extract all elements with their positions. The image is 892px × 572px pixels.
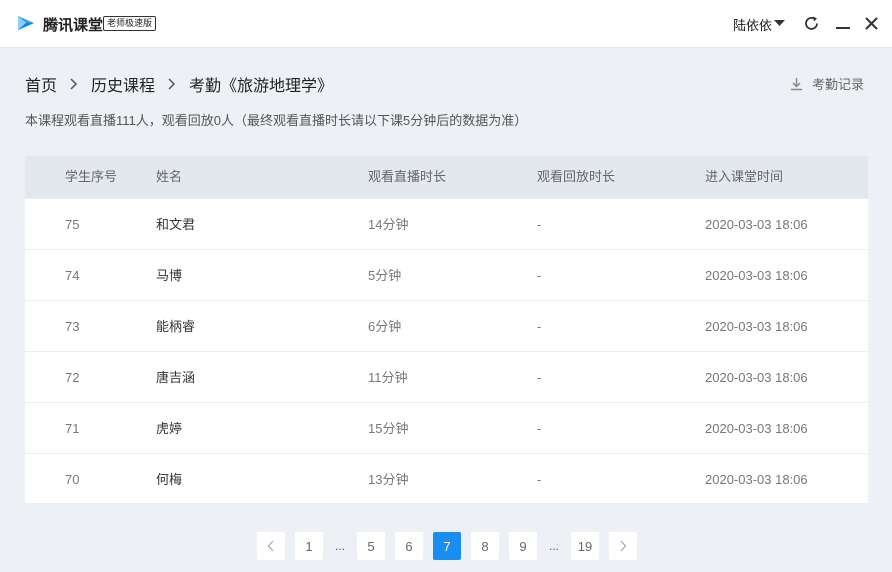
cell-name: 何梅 [156, 472, 183, 487]
header-replay-duration: 观看回放时长 [537, 169, 616, 184]
cell-name: 虎婷 [156, 421, 183, 436]
table-row: 71 虎婷 15分钟 - 2020-03-03 18:06 [25, 402, 868, 453]
cell-live-duration: 5分钟 [368, 268, 402, 283]
page-button[interactable]: 8 [471, 532, 499, 560]
breadcrumb-history[interactable]: 历史课程 [91, 72, 155, 96]
cell-replay-duration: - [537, 472, 542, 487]
attendance-summary: 本课程观看直播111人，观看回放0人（最终观看直播时长请以下课5分钟后的数据为准… [25, 113, 528, 128]
close-icon[interactable] [864, 16, 879, 31]
edition-badge: 老师极速版 [103, 16, 157, 31]
next-page-button[interactable] [609, 532, 637, 560]
table-header: 学生序号 姓名 观看直播时长 观看回放时长 进入课堂时间 [25, 156, 868, 198]
cell-enter-time: 2020-03-03 18:06 [705, 217, 808, 232]
table-row: 75 和文君 14分钟 - 2020-03-03 18:06 [25, 198, 868, 249]
download-icon [791, 77, 802, 90]
header-name: 姓名 [156, 169, 183, 184]
header-student-no: 学生序号 [65, 169, 118, 184]
cell-student-no: 73 [65, 319, 80, 334]
cell-replay-duration: - [537, 421, 542, 436]
page-ellipsis: ... [334, 539, 345, 553]
cell-replay-duration: - [537, 217, 542, 232]
user-name[interactable]: 陆依依 [733, 15, 772, 34]
title-bar: 腾讯课堂 老师极速版 陆依依 [0, 0, 892, 48]
page-button-current[interactable]: 7 [433, 532, 461, 560]
cell-live-duration: 11分钟 [368, 370, 408, 385]
minimize-icon[interactable] [836, 15, 850, 32]
header-enter-time: 进入课堂时间 [705, 169, 784, 184]
chevron-right-icon [620, 540, 627, 552]
caret-down-icon[interactable] [774, 19, 785, 27]
chevron-right-icon [168, 78, 176, 90]
page-button[interactable]: 6 [395, 532, 423, 560]
cell-student-no: 72 [65, 370, 80, 385]
table-row: 70 何梅 13分钟 - 2020-03-03 18:06 [25, 453, 868, 504]
cell-student-no: 74 [65, 268, 80, 283]
app-logo-icon [18, 16, 34, 30]
refresh-icon[interactable] [803, 15, 820, 32]
attendance-record-label: 考勤记录 [812, 77, 865, 92]
cell-name: 能柄睿 [156, 319, 196, 334]
breadcrumb-current: 考勤《旅游地理学》 [189, 78, 334, 95]
cell-replay-duration: - [537, 370, 542, 385]
cell-name: 唐吉涵 [156, 370, 196, 385]
cell-enter-time: 2020-03-03 18:06 [705, 268, 808, 283]
cell-name: 马博 [156, 268, 183, 283]
page-ellipsis: ... [548, 539, 559, 553]
cell-enter-time: 2020-03-03 18:06 [705, 370, 808, 385]
table-row: 72 唐吉涵 11分钟 - 2020-03-03 18:06 [25, 351, 868, 402]
pagination: 1 ... 5 6 7 8 9 ... 19 [257, 532, 637, 560]
chevron-left-icon [267, 540, 274, 552]
cell-enter-time: 2020-03-03 18:06 [705, 472, 808, 487]
cell-live-duration: 13分钟 [368, 472, 409, 487]
page-button-last[interactable]: 19 [571, 532, 599, 560]
cell-live-duration: 14分钟 [368, 217, 409, 232]
table-row: 74 马博 5分钟 - 2020-03-03 18:06 [25, 249, 868, 300]
cell-name: 和文君 [156, 217, 196, 232]
page-button[interactable]: 9 [509, 532, 537, 560]
cell-student-no: 70 [65, 472, 80, 487]
breadcrumb-home[interactable]: 首页 [25, 72, 57, 96]
page-button-first[interactable]: 1 [295, 532, 323, 560]
header-live-duration: 观看直播时长 [368, 169, 447, 184]
attendance-record-link[interactable]: 考勤记录 [790, 74, 864, 93]
cell-student-no: 71 [65, 421, 80, 436]
cell-enter-time: 2020-03-03 18:06 [705, 319, 808, 334]
attendance-table: 学生序号 姓名 观看直播时长 观看回放时长 进入课堂时间 75 和文君 14分钟… [25, 156, 868, 503]
cell-live-duration: 6分钟 [368, 319, 402, 334]
cell-replay-duration: - [537, 319, 542, 334]
prev-page-button[interactable] [257, 532, 285, 560]
chevron-right-icon [70, 78, 78, 90]
app-name: 腾讯课堂 [43, 17, 104, 34]
breadcrumb: 首页 历史课程 考勤《旅游地理学》 [25, 73, 333, 95]
cell-live-duration: 15分钟 [368, 421, 409, 436]
cell-student-no: 75 [65, 217, 80, 232]
cell-replay-duration: - [537, 268, 542, 283]
page-button[interactable]: 5 [357, 532, 385, 560]
table-row: 73 能柄睿 6分钟 - 2020-03-03 18:06 [25, 300, 868, 351]
cell-enter-time: 2020-03-03 18:06 [705, 421, 808, 436]
